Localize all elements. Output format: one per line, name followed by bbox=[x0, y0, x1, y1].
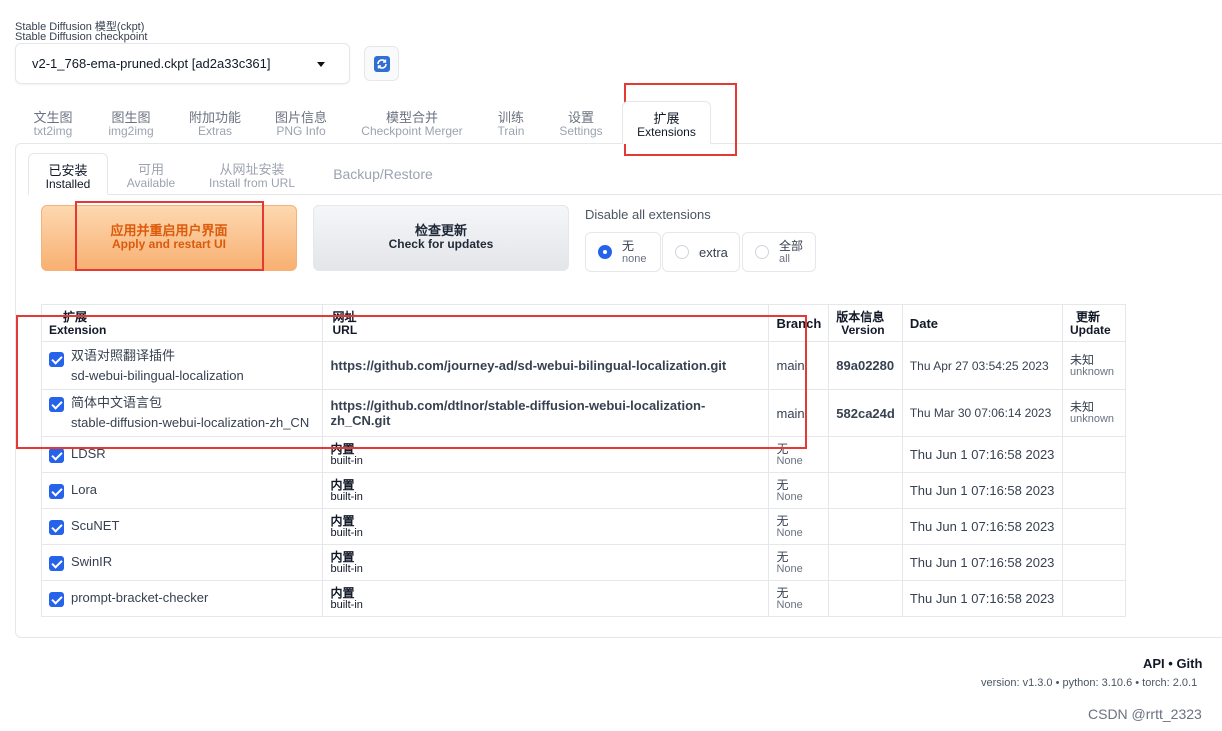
extension-date: Thu Jun 1 07:16:58 2023 bbox=[901, 580, 1064, 617]
checkbox-enabled[interactable] bbox=[49, 483, 64, 499]
footer-links[interactable]: API • Gith bbox=[1143, 656, 1202, 671]
refresh-icon bbox=[374, 56, 390, 72]
table-row: Lora 内置 built-in 无 None Thu Jun 1 07:16:58… bbox=[40, 472, 1126, 509]
header-date: Date bbox=[901, 304, 1064, 342]
extension-branch: 无 None bbox=[768, 472, 830, 509]
extension-url: 内置 built-in bbox=[322, 472, 770, 509]
extension-date: Thu Apr 27 03:54:25 2023 bbox=[901, 341, 1064, 390]
extension-date: Thu Mar 30 07:06:14 2023 bbox=[901, 389, 1064, 437]
radio-all[interactable]: 全部 all bbox=[742, 232, 816, 272]
tab-checkpoint-merger[interactable]: 模型合并 Checkpoint Merger bbox=[358, 111, 466, 138]
header-version: 版本信息 Version bbox=[828, 304, 903, 342]
radio-extra[interactable]: extra bbox=[662, 232, 740, 272]
radio-unselected-icon bbox=[675, 245, 689, 259]
extension-url: 内置 built-in bbox=[322, 508, 770, 545]
highlight-box-installed-extensions bbox=[16, 315, 807, 449]
extension-version bbox=[828, 580, 903, 617]
radio-none[interactable]: 无 none bbox=[585, 232, 661, 272]
tab-settings[interactable]: 设置 Settings bbox=[556, 111, 606, 138]
extension-version: 89a02280 bbox=[828, 341, 903, 390]
extension-version bbox=[828, 436, 903, 473]
radio-unselected-icon bbox=[755, 245, 769, 259]
checkpoint-label-en: Stable Diffusion checkpoint bbox=[15, 31, 148, 43]
table-row: prompt-bracket-checker 内置 built-in 无 None … bbox=[40, 580, 1126, 617]
extension-update bbox=[1062, 544, 1126, 581]
extension-date: Thu Jun 1 07:16:58 2023 bbox=[901, 436, 1064, 473]
extension-branch: 无 None bbox=[768, 580, 830, 617]
tab-png-info[interactable]: 图片信息 PNG Info bbox=[272, 111, 330, 138]
checkbox-enabled[interactable] bbox=[49, 555, 64, 571]
checkbox-enabled[interactable] bbox=[49, 447, 64, 463]
extension-update bbox=[1062, 436, 1126, 473]
extension-update bbox=[1062, 580, 1126, 617]
extension-version bbox=[828, 544, 903, 581]
tab-extras[interactable]: 附加功能 Extras bbox=[187, 111, 243, 138]
extension-name: prompt-bracket-checker bbox=[71, 590, 209, 606]
extension-name: ScuNET bbox=[71, 518, 120, 534]
subtab-install-from-url[interactable]: 从网址安装 Install from URL bbox=[206, 163, 298, 190]
extension-update bbox=[1062, 472, 1126, 509]
tab-txt2img[interactable]: 文生图 txt2img bbox=[32, 111, 74, 138]
subtab-installed[interactable]: 已安装 Installed bbox=[28, 153, 108, 195]
chevron-down-icon bbox=[317, 62, 325, 67]
checkpoint-value: v2-1_768-ema-pruned.ckpt [ad2a33c361] bbox=[32, 56, 271, 71]
watermark: CSDN @rrtt_2323 bbox=[1088, 706, 1202, 722]
tab-img2img[interactable]: 图生图 img2img bbox=[106, 111, 156, 138]
radio-selected-icon bbox=[598, 245, 612, 259]
extension-url: 内置 built-in bbox=[322, 544, 770, 581]
extension-version bbox=[828, 472, 903, 509]
extension-date: Thu Jun 1 07:16:58 2023 bbox=[901, 544, 1064, 581]
extension-version bbox=[828, 508, 903, 545]
tab-extensions[interactable]: 扩展 Extensions bbox=[622, 101, 711, 144]
extension-branch: 无 None bbox=[768, 544, 830, 581]
extension-branch: 无 None bbox=[768, 508, 830, 545]
extension-date: Thu Jun 1 07:16:58 2023 bbox=[901, 472, 1064, 509]
header-update: 更新 Update bbox=[1062, 304, 1126, 342]
checkpoint-dropdown[interactable]: v2-1_768-ema-pruned.ckpt [ad2a33c361] bbox=[15, 43, 350, 84]
extension-update bbox=[1062, 508, 1126, 545]
extension-url: 内置 built-in bbox=[322, 580, 770, 617]
checkbox-enabled[interactable] bbox=[49, 591, 64, 607]
extension-version: 582ca24d bbox=[828, 389, 903, 437]
subtab-available[interactable]: 可用 Available bbox=[124, 163, 178, 190]
check-updates-button[interactable]: 检查更新 Check for updates bbox=[313, 205, 569, 271]
subtab-backup-restore[interactable]: Backup/Restore bbox=[326, 167, 440, 181]
extension-update: 未知 unknown bbox=[1062, 341, 1126, 390]
disable-extensions-label: Disable all extensions bbox=[585, 207, 711, 222]
extension-name: SwinIR bbox=[71, 554, 113, 570]
footer-version-info: version: v1.3.0 • python: 3.10.6 • torch… bbox=[981, 677, 1198, 689]
checkbox-enabled[interactable] bbox=[49, 519, 64, 535]
tab-train[interactable]: 训练 Train bbox=[494, 111, 528, 138]
extension-name: Lora bbox=[71, 482, 98, 498]
refresh-checkpoint-button[interactable] bbox=[364, 46, 399, 81]
table-row: SwinIR 内置 built-in 无 None Thu Jun 1 07:16:… bbox=[40, 544, 1126, 581]
table-row: ScuNET 内置 built-in 无 None Thu Jun 1 07:16:… bbox=[40, 508, 1126, 545]
extension-update: 未知 unknown bbox=[1062, 389, 1126, 437]
extension-date: Thu Jun 1 07:16:58 2023 bbox=[901, 508, 1064, 545]
highlight-box-apply-button bbox=[75, 201, 264, 271]
